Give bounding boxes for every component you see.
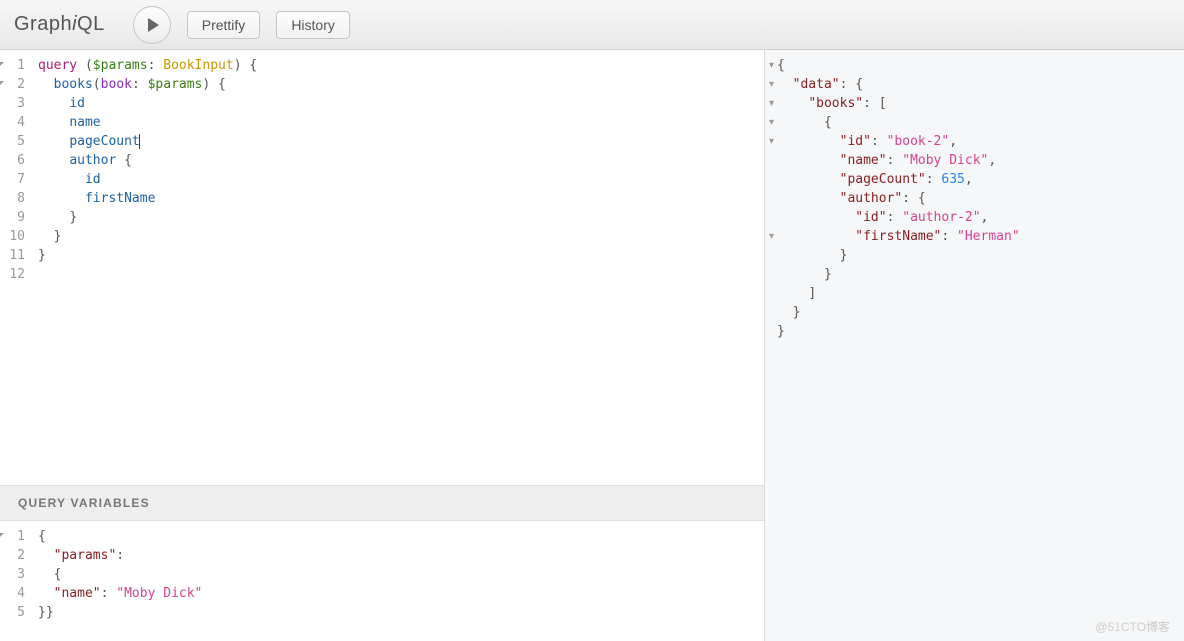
toolbar: GraphiQL Prettify History	[0, 0, 1184, 50]
run-button[interactable]	[133, 6, 171, 44]
query-code[interactable]: query ($params: BookInput) { books(book:…	[30, 50, 764, 485]
variables-header[interactable]: Query Variables	[0, 485, 764, 521]
result-code: { "data": { "books": [ { "id": "book-2",…	[765, 50, 1184, 347]
left-pane: 123456789101112 query ($params: BookInpu…	[0, 50, 765, 641]
watermark: @51CTO博客	[1095, 618, 1170, 635]
history-button[interactable]: History	[276, 11, 350, 39]
query-editor[interactable]: 123456789101112 query ($params: BookInpu…	[0, 50, 764, 485]
query-gutter: 123456789101112	[0, 50, 30, 485]
main: 123456789101112 query ($params: BookInpu…	[0, 50, 1184, 641]
result-fold-gutter: ▾▾▾▾▾▾	[765, 56, 774, 341]
play-icon	[145, 17, 161, 33]
variables-editor[interactable]: 12345 { "params": { "name": "Moby Dick"}…	[0, 521, 764, 641]
logo: GraphiQL	[14, 13, 105, 36]
prettify-button[interactable]: Prettify	[187, 11, 261, 39]
result-pane: ▾▾▾▾▾▾ { "data": { "books": [ { "id": "b…	[765, 50, 1184, 641]
vars-gutter: 12345	[0, 521, 30, 641]
vars-code[interactable]: { "params": { "name": "Moby Dick"}}	[30, 521, 764, 641]
